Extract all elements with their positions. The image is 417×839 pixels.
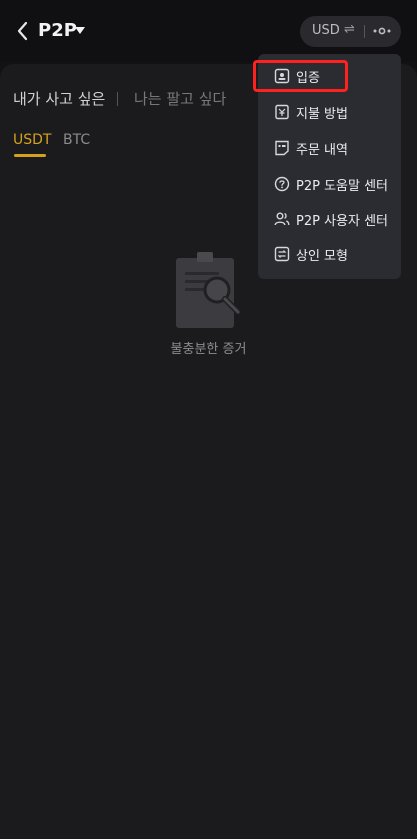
caret-down-icon[interactable] [75,27,85,34]
active-tab-indicator [14,154,46,157]
menu-item-payment-methods[interactable]: 지불 방법 [258,95,401,128]
highlight-box [253,60,348,92]
menu-item-label: 지불 방법 [296,107,348,122]
more-icon[interactable] [370,21,394,41]
menu-item-label: P2P 도움말 센터 [296,179,389,194]
merchant-icon [274,246,290,262]
page-title[interactable]: P2P [38,20,77,41]
tab-buy[interactable]: 내가 사고 싶은 [13,88,105,109]
menu-item-user-center[interactable]: P2P 사용자 센터 [258,202,401,235]
swap-icon: ⇌ [344,22,355,37]
menu-item-order-history[interactable]: 주문 내역 [258,131,401,164]
top-bar: P2P USD ⇌ [0,0,417,62]
menu-item-help-center[interactable]: P2P 도움말 센터 [258,167,401,200]
currency-selector[interactable]: USD ⇌ [300,16,401,47]
tab-divider [117,92,118,106]
menu-item-label: 주문 내역 [296,143,348,158]
order-list-icon [275,140,289,156]
clipboard-search-icon [176,252,241,328]
currency-label: USD [312,23,340,38]
coin-tab-usdt[interactable]: USDT [13,132,51,148]
tab-sell[interactable]: 나는 팔고 싶다 [134,88,226,109]
wallet-icon [275,104,289,120]
menu-item-label: 상인 모형 [296,249,348,264]
pill-divider [364,25,365,38]
chevron-left-icon[interactable] [12,18,34,44]
empty-state-text: 불충분한 증거 [170,342,247,357]
coin-tab-btc[interactable]: BTC [63,132,90,148]
menu-item-label: P2P 사용자 센터 [296,214,389,229]
users-icon [274,212,290,226]
help-circle-icon [274,176,290,192]
menu-item-merchant-model[interactable]: 상인 모형 [258,237,401,270]
